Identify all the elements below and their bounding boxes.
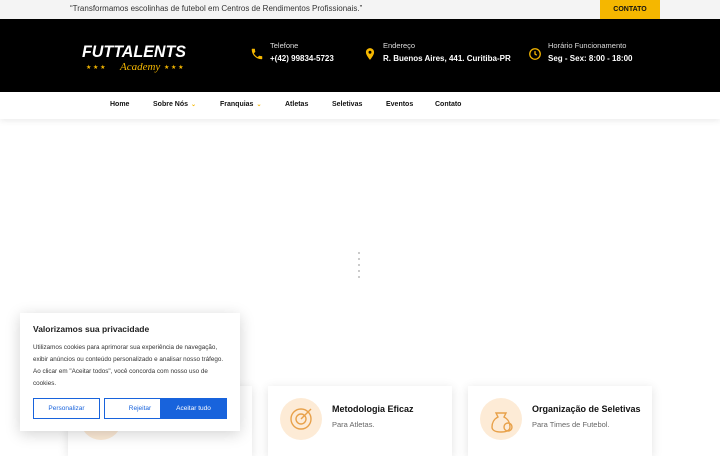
map-pin-icon: [365, 48, 375, 60]
phone-info: Telefone +(42) 99834-5723: [250, 41, 334, 67]
money-bag-icon: [480, 398, 522, 440]
svg-text:★ ★ ★: ★ ★ ★: [164, 64, 183, 71]
svg-text:★ ★ ★: ★ ★ ★: [86, 64, 105, 71]
hours-label: Horário Funcionamento: [548, 41, 627, 50]
nav-franquias-label: Franquias: [220, 101, 254, 108]
loading-indicator: [357, 252, 361, 286]
nav-seletivas[interactable]: Seletivas: [332, 101, 362, 108]
top-bar: “Transformamos escolinhas de futebol em …: [0, 0, 720, 19]
logo-wordmark: FUTTALENTS: [82, 42, 187, 61]
nav-home[interactable]: Home: [110, 101, 129, 108]
target-icon: [280, 398, 322, 440]
address-value: R. Buenos Aires, 441. Curitiba-PR: [383, 54, 511, 63]
cookie-title: Valorizamos sua privacidade: [33, 324, 150, 334]
nav-eventos[interactable]: Eventos: [386, 101, 413, 108]
nav-atletas-label: Atletas: [285, 101, 309, 108]
nav-franquias[interactable]: Franquias ⌄: [220, 101, 261, 108]
phone-value[interactable]: +(42) 99834-5723: [270, 51, 334, 67]
address-info: Endereço R. Buenos Aires, 441. Curitiba-…: [363, 41, 511, 67]
customize-button[interactable]: Personalizar: [33, 398, 100, 419]
logo[interactable]: FUTTALENTS Academy ★ ★ ★ ★ ★ ★: [82, 41, 190, 75]
feature-card: Organização de Seletivas Para Times de F…: [468, 386, 652, 456]
main-nav: Home Sobre Nós ⌄ Franquias ⌄ Atletas Selet…: [0, 92, 720, 119]
chevron-down-icon: ⌄: [256, 102, 262, 108]
cookie-consent-dialog: Valorizamos sua privacidade Utilizamos c…: [20, 313, 240, 431]
feature-title: Organização de Seletivas: [532, 404, 641, 414]
feature-card: Metodologia Eficaz Para Atletas.: [268, 386, 452, 456]
nav-contato[interactable]: Contato: [435, 101, 461, 108]
cookie-body: Utilizamos cookies para aprimorar sua ex…: [33, 344, 224, 387]
contact-button[interactable]: CONTATO: [600, 0, 660, 19]
nav-contato-label: Contato: [435, 101, 462, 108]
tagline: “Transformamos escolinhas de futebol em …: [70, 4, 363, 13]
nav-eventos-label: Eventos: [386, 101, 414, 108]
chevron-down-icon: ⌄: [191, 102, 197, 108]
nav-sobre-nos-label: Sobre Nós: [153, 101, 189, 108]
feature-subtitle: Para Atletas.: [332, 420, 375, 429]
feature-title: Metodologia Eficaz: [332, 404, 414, 414]
address-label: Endereço: [383, 41, 416, 50]
nav-home-label: Home: [110, 101, 130, 108]
phone-icon: [251, 48, 263, 60]
nav-atletas[interactable]: Atletas: [285, 101, 308, 108]
accept-all-button[interactable]: Aceitar tudo: [160, 398, 227, 419]
hours-info: Horário Funcionamento Seg - Sex: 8:00 - …: [528, 41, 632, 67]
header: FUTTALENTS Academy ★ ★ ★ ★ ★ ★ Telefone …: [0, 19, 720, 92]
logo-script: Academy: [119, 61, 160, 73]
feature-subtitle: Para Times de Futebol.: [532, 420, 610, 429]
nav-seletivas-label: Seletivas: [332, 101, 363, 108]
clock-icon: [529, 48, 541, 60]
hours-value: Seg - Sex: 8:00 - 18:00: [548, 54, 633, 63]
nav-sobre-nos[interactable]: Sobre Nós ⌄: [153, 101, 196, 108]
phone-label: Telefone: [270, 41, 299, 50]
